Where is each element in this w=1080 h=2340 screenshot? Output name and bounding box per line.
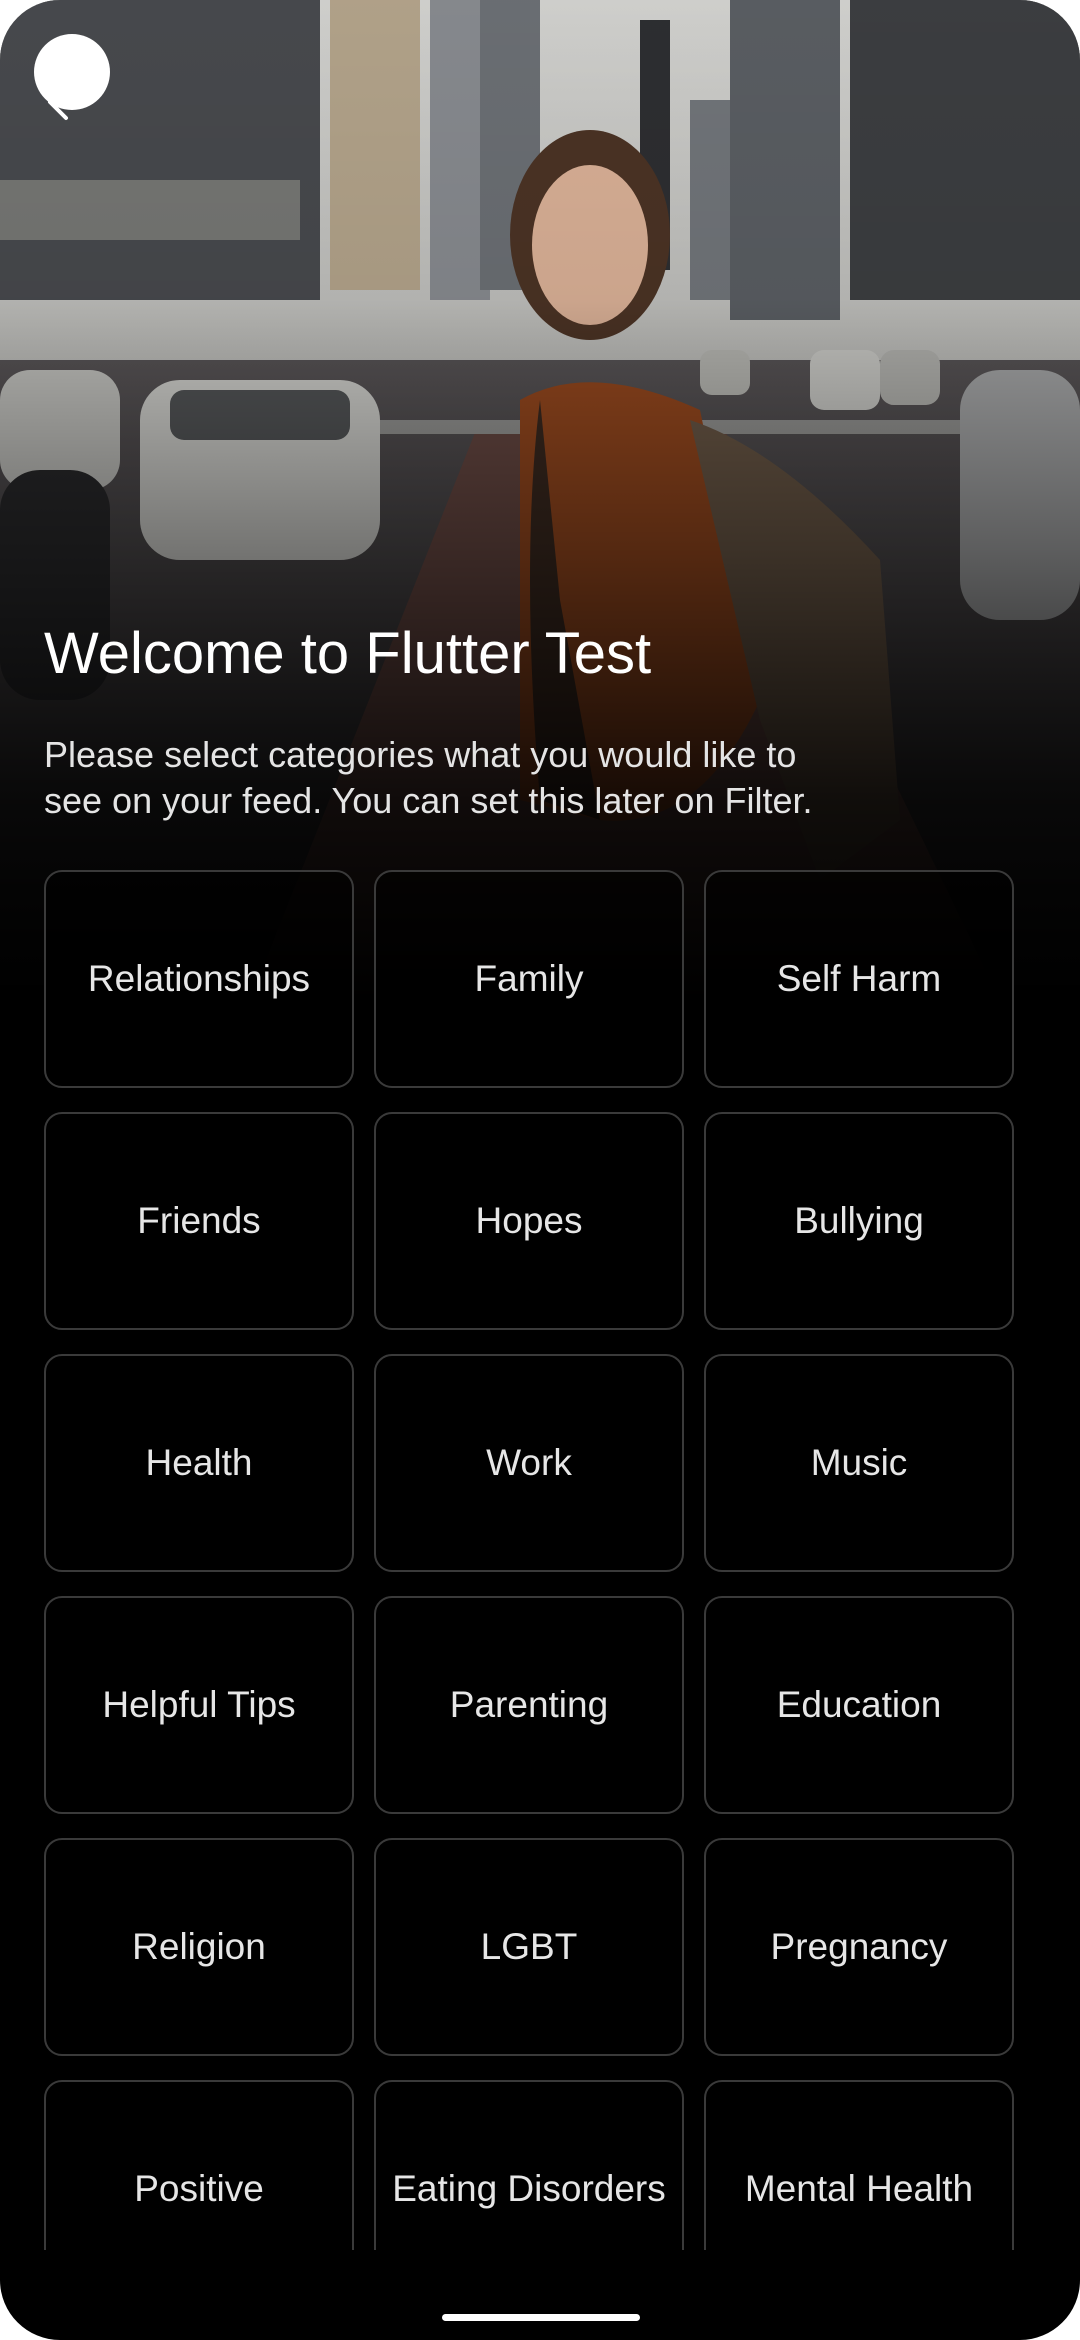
hero-fade-overlay: [0, 0, 1080, 1000]
category-tile[interactable]: Eating Disorders: [374, 2080, 684, 2250]
category-tile[interactable]: LGBT: [374, 1838, 684, 2056]
home-indicator[interactable]: [442, 2314, 640, 2321]
category-tile[interactable]: Pregnancy: [704, 1838, 1014, 2056]
category-tile[interactable]: Helpful Tips: [44, 1596, 354, 1814]
hero-image: [0, 0, 1080, 1000]
category-tile[interactable]: Education: [704, 1596, 1014, 1814]
category-tile[interactable]: Self Harm: [704, 870, 1014, 1088]
page-title: Welcome to Flutter Test: [44, 621, 652, 686]
category-tile[interactable]: Hopes: [374, 1112, 684, 1330]
category-tile[interactable]: Friends: [44, 1112, 354, 1330]
category-tile[interactable]: Positive: [44, 2080, 354, 2250]
category-tile[interactable]: Religion: [44, 1838, 354, 2056]
category-tile[interactable]: Health: [44, 1354, 354, 1572]
category-tile[interactable]: Relationships: [44, 870, 354, 1088]
category-tile[interactable]: Music: [704, 1354, 1014, 1572]
chevron-left-icon[interactable]: [40, 82, 80, 122]
category-tile[interactable]: Mental Health: [704, 2080, 1014, 2250]
app-screen: Welcome to Flutter Test Please select ca…: [0, 0, 1080, 2340]
category-tile[interactable]: Family: [374, 870, 684, 1088]
category-tile[interactable]: Bullying: [704, 1112, 1014, 1330]
category-grid: Relationships Family Self Harm Friends H…: [44, 870, 1044, 2250]
category-tile[interactable]: Parenting: [374, 1596, 684, 1814]
category-tile[interactable]: Work: [374, 1354, 684, 1572]
page-subtitle: Please select categories what you would …: [44, 734, 813, 821]
